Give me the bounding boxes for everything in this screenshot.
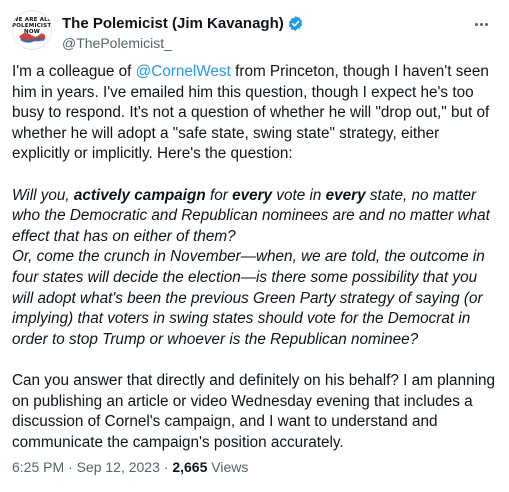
author-name-row: The Polemicist (Jim Kavanagh) [62, 14, 304, 32]
tweet-text-bold: every [232, 186, 273, 204]
tweet-text-segment: vote in [272, 186, 326, 204]
more-dot-icon [474, 22, 478, 26]
views-count: 2,665 [172, 459, 208, 475]
meta-separator: · [159, 459, 173, 475]
tweet-paragraph-question-2: Or, come the crunch in November—when, we… [12, 248, 485, 348]
tweet-meta: 6:25 PM · Sep 12, 2023 · 2,665 Views [12, 459, 248, 475]
tweet-text: I'm a colleague of @CornelWest from Prin… [12, 62, 498, 453]
author-display-name[interactable]: The Polemicist (Jim Kavanagh) [62, 15, 284, 32]
more-dot-icon [479, 22, 483, 26]
tweet-paragraph-closing: Can you answer that directly and definit… [12, 371, 495, 451]
tweet-text-bold: every [325, 186, 366, 204]
tweet-text-segment: for [205, 186, 233, 204]
tweet-header: WE ARE ALL POLEMICISTS NOW The Polemicis… [12, 8, 497, 51]
tweet-text-bold: actively campaign [73, 186, 206, 204]
tweet-text-segment: Will you, [12, 186, 74, 204]
tweet-timestamp[interactable]: 6:25 PM · Sep 12, 2023 [12, 459, 160, 475]
mention-link[interactable]: @CornelWest [136, 63, 231, 80]
verified-badge-icon [288, 15, 302, 31]
tweet-paragraph-question-1: Will you, actively campaign for every vo… [12, 186, 498, 248]
author-handle[interactable]: @ThePolemicist_ [62, 35, 172, 51]
tweet: WE ARE ALL POLEMICISTS NOW The Polemicis… [0, 0, 509, 492]
tweet-text-segment: I'm a colleague of [12, 63, 136, 80]
avatar[interactable]: WE ARE ALL POLEMICISTS NOW [12, 10, 52, 50]
more-options-icon[interactable] [469, 14, 493, 34]
handshake-logo-icon [19, 32, 45, 43]
more-dot-icon [484, 22, 488, 26]
tweet-paragraph-intro: I'm a colleague of @CornelWest from Prin… [12, 62, 498, 165]
views-label: Views [207, 459, 249, 475]
